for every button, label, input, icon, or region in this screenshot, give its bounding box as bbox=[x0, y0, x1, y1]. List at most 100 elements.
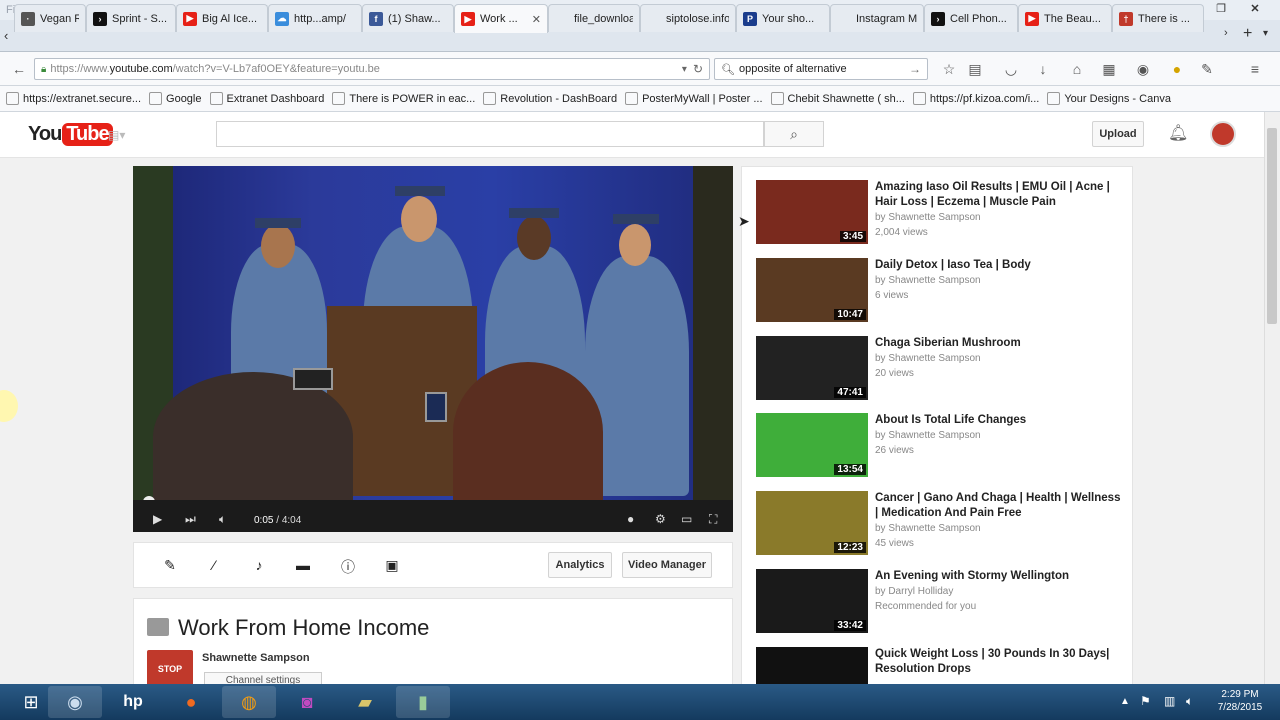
tab-1[interactable]: › Sprint - S... bbox=[86, 4, 176, 32]
tab-3[interactable]: ☁ http...amp/ bbox=[268, 4, 362, 32]
taskbar-firefox-icon[interactable]: ◍ bbox=[222, 686, 276, 718]
related-video-thumbnail[interactable]: 13:54 bbox=[756, 413, 868, 477]
bookmark-item[interactable]: Revolution - DashBoard bbox=[483, 92, 617, 105]
related-video-title[interactable]: An Evening with Stormy Wellington bbox=[875, 569, 1123, 584]
guide-menu-icon[interactable]: ▤▾ bbox=[108, 128, 130, 142]
maximize-button[interactable]: ❐ bbox=[1208, 2, 1234, 18]
audio-music-icon[interactable]: ♪ bbox=[250, 557, 268, 573]
info-icon[interactable]: ⓘ bbox=[339, 557, 357, 575]
tab-7[interactable]: siptolose.info bbox=[640, 4, 736, 32]
search-icon[interactable]: ⌕ bbox=[764, 121, 824, 147]
addon-icon[interactable]: ▦ bbox=[1100, 60, 1118, 78]
tab-9[interactable]: Instagram Ma... bbox=[830, 4, 924, 32]
related-video-item[interactable]: 13:54 About Is Total Life Changes by Shawn… bbox=[756, 413, 1126, 477]
volume-icon[interactable]: 🔈︎ bbox=[219, 512, 226, 527]
bookmark-item[interactable]: PosterMyWall | Poster ... bbox=[625, 92, 763, 105]
youtube-search-input[interactable] bbox=[216, 121, 764, 147]
back-button[interactable]: ← bbox=[10, 60, 28, 78]
pocket-icon[interactable]: ◡ bbox=[1002, 60, 1020, 78]
taskbar-clock[interactable]: 2:29 PM 7/28/2015 bbox=[1208, 688, 1272, 714]
enhancements-wand-icon[interactable]: ⁄ bbox=[205, 557, 223, 573]
taskbar-hp-icon[interactable]: hp bbox=[106, 686, 160, 718]
taskbar-explorer-icon[interactable]: ◉ bbox=[48, 686, 102, 718]
new-tab-button[interactable]: + bbox=[1243, 25, 1252, 43]
bookmark-item[interactable]: Extranet Dashboard bbox=[209, 92, 324, 105]
tab-5[interactable]: ▶ Work ... ✕ bbox=[454, 4, 548, 33]
download-icon[interactable]: ↓ bbox=[1034, 60, 1052, 78]
url-bar[interactable]: 🔒︎ https://www. youtube.com/watch?v=V-Lb7… bbox=[34, 58, 710, 80]
upload-button[interactable]: Upload bbox=[1092, 121, 1144, 147]
tab-scroll-right-icon[interactable]: › bbox=[1224, 27, 1228, 39]
related-video-title[interactable]: About Is Total Life Changes bbox=[875, 413, 1123, 428]
bookmark-star-icon[interactable]: ☆ bbox=[940, 60, 958, 78]
bookmark-item[interactable]: Chebit Shawnette ( sh... bbox=[770, 92, 905, 105]
hamburger-menu-icon[interactable]: ≡ bbox=[1246, 60, 1264, 78]
reader-icon[interactable]: ▤ bbox=[966, 60, 984, 78]
tools-icon[interactable]: ✎ bbox=[1198, 60, 1216, 78]
bookmark-item[interactable]: Google bbox=[149, 92, 202, 105]
account-avatar[interactable] bbox=[1210, 121, 1236, 147]
video-player[interactable]: ▶ ⏭︎ 🔈︎ 0:05 / 4:04 ● ⚙ ▭ ⛶ bbox=[133, 166, 733, 532]
related-video-thumbnail[interactable]: 3:45 bbox=[756, 180, 868, 244]
tab-list-icon[interactable]: ▾ bbox=[1263, 28, 1268, 39]
tab-close-icon[interactable]: ✕ bbox=[528, 13, 541, 26]
scrollbar-thumb[interactable] bbox=[1267, 128, 1277, 324]
tab-4[interactable]: f (1) Shaw... bbox=[362, 4, 454, 32]
tab-2[interactable]: ▶ Big Al Ice... bbox=[176, 4, 268, 32]
related-video-title[interactable]: Amazing Iaso Oil Results | EMU Oil | Acn… bbox=[875, 180, 1123, 210]
reload-icon[interactable]: ↻ bbox=[693, 62, 703, 76]
related-video-item[interactable]: 10:47 Daily Detox | Iaso Tea | Body by Sha… bbox=[756, 258, 1126, 322]
tab-scroll-left-icon[interactable]: ‹ bbox=[4, 28, 8, 43]
fullscreen-icon[interactable]: ⛶ bbox=[709, 512, 717, 527]
video-manager-button[interactable]: Video Manager bbox=[622, 552, 712, 578]
channel-name[interactable]: Shawnette Sampson bbox=[202, 652, 310, 664]
taskbar-orange-app-icon[interactable]: ● bbox=[164, 686, 218, 718]
related-video-thumbnail[interactable]: 33:42 bbox=[756, 569, 868, 633]
tab-12[interactable]: † There is ... bbox=[1112, 4, 1204, 32]
related-video-item[interactable]: 33:42 An Evening with Stormy Wellington by… bbox=[756, 569, 1126, 633]
play-icon[interactable]: ▶ bbox=[153, 512, 162, 526]
tray-network-icon[interactable]: ▥ bbox=[1164, 694, 1175, 708]
tab-6[interactable]: file_downloa... bbox=[548, 4, 640, 32]
tray-volume-icon[interactable]: 🔈︎ bbox=[1186, 694, 1193, 709]
subtitles-icon[interactable]: ▣ bbox=[383, 557, 401, 573]
related-video-title[interactable]: Chaga Siberian Mushroom bbox=[875, 336, 1123, 351]
taskbar-camera-app-icon[interactable]: ◙ bbox=[280, 686, 334, 718]
annotations-bubble-icon[interactable]: ▬ bbox=[294, 557, 312, 573]
bookmark-item[interactable]: Your Designs - Canva bbox=[1047, 92, 1171, 105]
search-engine-icon[interactable]: 🔍︎ bbox=[721, 63, 735, 76]
taskbar-recorder-icon[interactable]: ▮ bbox=[396, 686, 450, 718]
dropdown-icon[interactable]: ▾ bbox=[682, 64, 687, 75]
related-video-thumbnail[interactable]: 12:23 bbox=[756, 491, 868, 555]
close-window-button[interactable]: ✕ bbox=[1242, 2, 1268, 18]
taskbar-notes-icon[interactable]: ▰ bbox=[338, 686, 392, 718]
edit-pencil-icon[interactable]: ✎ bbox=[161, 557, 179, 573]
tab-11[interactable]: ▶ The Beau... bbox=[1018, 4, 1112, 32]
tray-expand-icon[interactable]: ▲ bbox=[1120, 696, 1130, 707]
theater-mode-icon[interactable]: ▭ bbox=[681, 512, 692, 526]
related-video-title[interactable]: Daily Detox | Iaso Tea | Body bbox=[875, 258, 1123, 273]
next-icon[interactable]: ⏭︎ bbox=[185, 512, 196, 527]
related-video-title[interactable]: Quick Weight Loss | 30 Pounds In 30 Days… bbox=[875, 647, 1123, 677]
notification-bell-icon[interactable]: 🔔︎ bbox=[1168, 123, 1188, 145]
home-icon[interactable]: ⌂ bbox=[1068, 60, 1086, 78]
search-input[interactable]: 🔍︎ opposite of alternative → bbox=[714, 58, 928, 80]
related-video-item[interactable]: 12:23 Cancer | Gano And Chaga | Health | … bbox=[756, 491, 1126, 555]
bookmark-item[interactable]: https://extranet.secure... bbox=[6, 92, 141, 105]
related-video-item[interactable]: 3:45 Amazing Iaso Oil Results | EMU Oil |… bbox=[756, 180, 1126, 244]
tray-flag-icon[interactable]: ⚑ bbox=[1140, 694, 1151, 708]
related-video-thumbnail[interactable]: 47:41 bbox=[756, 336, 868, 400]
tab-0[interactable]: · Vegan Re... bbox=[14, 4, 86, 32]
settings-gear-icon[interactable]: ⚙ bbox=[655, 512, 666, 526]
related-video-thumbnail[interactable]: 10:47 bbox=[756, 258, 868, 322]
chat-icon[interactable]: ◉ bbox=[1134, 60, 1152, 78]
annotations-icon[interactable]: ● bbox=[627, 512, 634, 526]
tab-10[interactable]: › Cell Phon... bbox=[924, 4, 1018, 32]
tab-8[interactable]: P Your sho... bbox=[736, 4, 830, 32]
channel-avatar[interactable]: STOP bbox=[147, 650, 193, 688]
bookmark-item[interactable]: https://pf.kizoa.com/i... bbox=[912, 92, 1039, 105]
related-video-title[interactable]: Cancer | Gano And Chaga | Health | Welln… bbox=[875, 491, 1123, 521]
analytics-button[interactable]: Analytics bbox=[548, 552, 612, 578]
extension-icon[interactable]: ● bbox=[1168, 60, 1186, 78]
youtube-logo[interactable]: You Tube bbox=[28, 123, 113, 146]
